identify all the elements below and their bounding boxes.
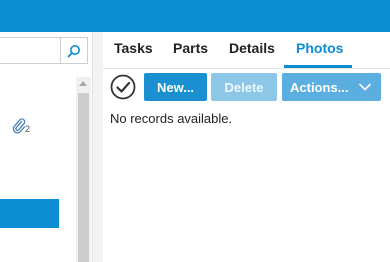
top-bar xyxy=(0,0,390,32)
tab-divider xyxy=(103,68,390,69)
search-icon xyxy=(67,44,80,57)
photos-toolbar: New... Delete Actions... xyxy=(103,72,390,102)
search-box xyxy=(0,37,88,64)
tab-photos[interactable]: Photos xyxy=(296,40,343,68)
delete-button[interactable]: Delete xyxy=(211,73,277,101)
new-button[interactable]: New... xyxy=(144,73,207,101)
pane-splitter[interactable] xyxy=(92,32,103,262)
list-item-selected[interactable] xyxy=(0,199,59,228)
tab-parts[interactable]: Parts xyxy=(173,40,208,68)
tab-bar: Tasks Parts Details Photos xyxy=(103,32,390,69)
paperclip-icon xyxy=(12,118,26,134)
search-button[interactable] xyxy=(60,38,87,63)
empty-state-message: No records available. xyxy=(110,111,233,126)
scroll-thumb[interactable] xyxy=(78,93,89,262)
actions-dropdown[interactable]: Actions... xyxy=(282,73,381,101)
actions-label: Actions... xyxy=(290,79,349,95)
tab-details[interactable]: Details xyxy=(229,40,275,68)
detail-pane: Tasks Parts Details Photos New... Delete… xyxy=(103,32,390,262)
attachment-count: 2 xyxy=(25,124,31,134)
tab-tasks[interactable]: Tasks xyxy=(114,40,153,68)
app-frame: 2 Tasks Parts Details Photos New... Dele… xyxy=(0,0,390,262)
left-pane: 2 xyxy=(0,32,92,262)
record-list: 2 xyxy=(0,77,76,262)
chevron-down-icon xyxy=(359,83,371,91)
list-scrollbar[interactable] xyxy=(76,77,91,262)
check-circle-icon[interactable] xyxy=(110,74,136,100)
scroll-up-arrow-icon[interactable] xyxy=(79,81,87,86)
search-input[interactable] xyxy=(0,38,58,63)
attachment-indicator[interactable]: 2 xyxy=(12,114,34,134)
